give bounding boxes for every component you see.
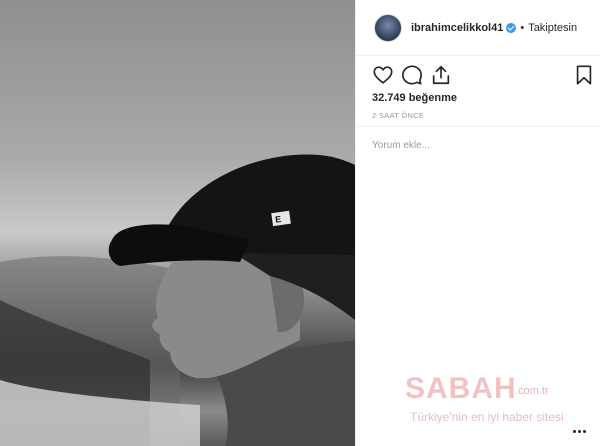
post-timestamp[interactable]: 2 SAAT ÖNCE	[372, 111, 424, 120]
post-photo[interactable]: E	[0, 0, 355, 446]
comment-input[interactable]	[372, 140, 572, 151]
bookmark-icon[interactable]	[573, 64, 595, 86]
share-icon[interactable]	[430, 64, 452, 86]
more-options-icon[interactable]	[573, 430, 587, 434]
heart-icon[interactable]	[372, 64, 394, 86]
verified-badge-icon	[506, 22, 517, 33]
user-avatar[interactable]	[374, 13, 402, 42]
comment-icon[interactable]	[401, 64, 423, 86]
post-header: ibrahimcelikkol41 • Takiptesin	[356, 0, 600, 56]
comment-section	[356, 126, 600, 446]
header-separator: •	[520, 21, 525, 34]
photo-illustration: E	[0, 154, 355, 446]
username-link[interactable]: ibrahimcelikkol41	[411, 22, 503, 34]
follow-status-button[interactable]: Takiptesin	[528, 22, 577, 34]
like-count[interactable]: 32.749 beğenme	[372, 92, 457, 104]
action-bar	[372, 64, 592, 86]
post-side-panel: ibrahimcelikkol41 • Takiptesin 32.749 be…	[355, 0, 600, 446]
